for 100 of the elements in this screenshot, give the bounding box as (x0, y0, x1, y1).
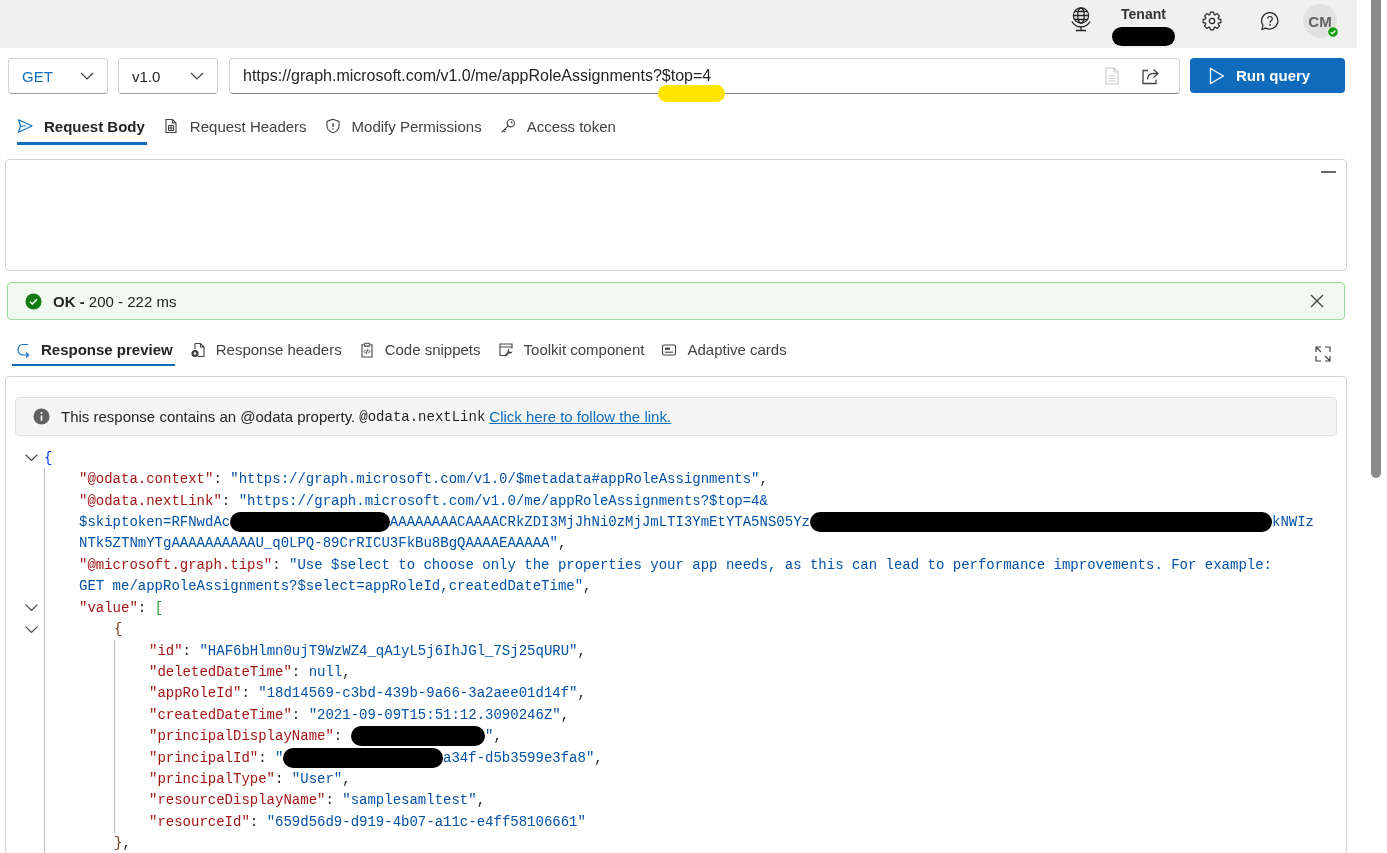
json-value: "2021-09-09T15:51:12.3090246Z" (308, 706, 561, 723)
json-punctuation: : (272, 556, 282, 573)
info-icon (33, 408, 50, 425)
share-icon[interactable] (1141, 67, 1159, 85)
json-key: "principalDisplayName" (149, 728, 334, 745)
tab[interactable]: Request Body (17, 110, 147, 145)
settings-icon[interactable] (1202, 11, 1222, 31)
json-key: "createdDateTime" (149, 706, 292, 723)
play-icon (1209, 66, 1225, 85)
json-punctuation: , (476, 792, 486, 809)
json-key: "appRoleId" (149, 685, 242, 702)
json-key: "principalId" (149, 749, 259, 766)
json-value: "659d56d9-d919-4b07-a11c-e4ff58106661" (266, 813, 586, 830)
chevron-down-icon (190, 72, 204, 80)
tab[interactable]: Response headers (186, 335, 344, 366)
clipboard-icon (358, 341, 375, 358)
json-bracket: [ (154, 599, 164, 616)
json-punctuation: : (241, 685, 251, 702)
json-key: "@odata.nextLink" (79, 492, 222, 509)
status-message: OK - 200 - 222 ms (53, 292, 178, 310)
user-avatar[interactable]: CM (1303, 4, 1337, 38)
json-punctuation: : (258, 749, 268, 766)
expand-icon[interactable] (1315, 345, 1331, 362)
notice-code: @odata.nextLink (359, 408, 486, 425)
json-key: "@odata.context" (79, 471, 214, 488)
json-punctuation: : (213, 471, 223, 488)
json-punctuation: , (342, 663, 351, 680)
key-icon (499, 118, 516, 134)
chevron-icon[interactable] (25, 604, 38, 612)
json-key: "resourceId" (149, 813, 250, 830)
json-value: a34f-d5b3599e3fa8" (443, 749, 595, 766)
json-value: AAAAAAAACAAAACRkZDI3MjJhNi0zMjJmLTI3YmEtYTA5NS05Yz (389, 513, 810, 530)
json-key: "value" (79, 599, 138, 616)
json-punctuation: : (221, 492, 232, 509)
url-field[interactable]: https://graph.microsoft.com/v1.0/me/appRoleAssignments?$top=4 (229, 58, 1180, 94)
version-dropdown[interactable]: v1.0 (118, 58, 218, 94)
json-key: "@microsoft.graph.tips" (79, 556, 273, 573)
json-key: "principalType" (149, 771, 276, 788)
json-punctuation: : (275, 771, 285, 788)
json-value: " (275, 749, 284, 766)
run-query-button[interactable]: Run query (1190, 58, 1345, 93)
tab[interactable]: Request Headers (162, 110, 309, 145)
json-punctuation: , (342, 771, 351, 788)
tab[interactable]: Toolkit component (494, 335, 647, 366)
notice-text: This response contains an @odata property. (61, 408, 356, 425)
chevron-icon[interactable] (25, 454, 38, 462)
json-value: null (308, 663, 343, 680)
json-value: "User" (291, 771, 343, 788)
tab[interactable]: Access token (499, 110, 618, 145)
json-punctuation: , (560, 706, 570, 723)
arrow-icon (15, 341, 31, 358)
json-key: "deletedDateTime" (149, 663, 292, 680)
success-icon (25, 292, 42, 310)
json-punctuation: : (325, 792, 335, 809)
tab[interactable]: Response preview (12, 335, 175, 366)
method-dropdown[interactable]: GET (8, 58, 108, 94)
json-key: "resourceDisplayName" (149, 792, 326, 809)
json-bracket: } (114, 835, 123, 852)
json-value: kNWIz (1272, 513, 1314, 530)
json-value: "18d14569-c3bd-439b-9a66-3a2aee01d14f" (258, 685, 578, 702)
globe-icon[interactable] (1069, 5, 1093, 32)
json-value: NTk5ZTNmYTgAAAAAAAAAAU_q0LPQ-89CrRICU3FkBu8BgQAAAAEAAAAA" (79, 535, 558, 552)
document-icon (189, 341, 206, 358)
json-punctuation: : (333, 728, 344, 745)
json-punctuation: : (182, 642, 192, 659)
json-punctuation: , (493, 728, 502, 745)
json-value: "Use $select to choose only the properties your app needs, as this can lead to performance improvements. For example: (289, 556, 1272, 573)
json-bracket: { (44, 449, 53, 466)
json-key: "id" (149, 642, 183, 659)
chevron-down-icon (80, 72, 94, 80)
json-value: " (485, 728, 494, 745)
json-punctuation: : (249, 813, 260, 830)
tab[interactable]: Adaptive cards (658, 335, 789, 366)
json-punctuation: , (577, 685, 586, 702)
json-value: "samplesamltest" (342, 792, 477, 809)
json-value: "HAF6bHlmn0ujT9WzWZ4_qA1yL5j6IhJGl_7Sj25qURU" (199, 642, 578, 659)
help-icon[interactable] (1260, 11, 1280, 31)
close-icon[interactable] (1310, 294, 1324, 308)
json-value: GET me/appRoleAssignments?$select=appRoleId,createdDateTime" (79, 578, 584, 595)
wrench-icon (497, 341, 514, 358)
json-punctuation: , (577, 642, 586, 659)
tab[interactable]: Code snippets (355, 335, 483, 366)
json-punctuation: , (557, 535, 567, 552)
json-value: "https://graph.microsoft.com/v1.0/me/appRoleAssignments?$top=4& (238, 492, 768, 509)
json-punctuation: , (122, 835, 131, 852)
send-icon (17, 118, 33, 134)
json-punctuation: : (137, 599, 148, 616)
follow-link[interactable]: Click here to follow the link. (489, 408, 672, 425)
json-punctuation: , (594, 749, 603, 766)
chevron-icon[interactable] (25, 625, 38, 633)
card-icon (661, 341, 678, 358)
json-value: $skiptoken=RFNwdAc (79, 513, 231, 530)
json-punctuation: , (583, 578, 592, 595)
json-punctuation: : (291, 663, 302, 680)
scrollbar-thumb[interactable] (1371, 0, 1381, 478)
tenant-label: Tenant (1121, 5, 1166, 23)
document-icon (162, 118, 179, 134)
tab[interactable]: Modify Permissions (324, 110, 484, 145)
shield-icon (324, 118, 341, 134)
json-bracket: { (114, 621, 123, 638)
